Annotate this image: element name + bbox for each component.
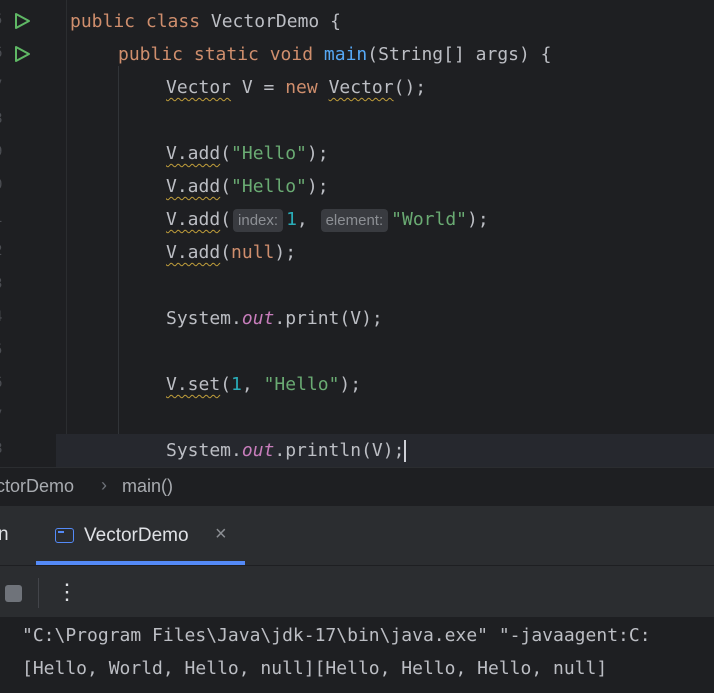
more-options-icon[interactable]: ⋮ [56, 579, 78, 605]
console-output[interactable]: "C:\Program Files\Java\jdk-17\bin\java.e… [0, 617, 714, 693]
console-line-output: [Hello, World, Hello, null][Hello, Hello… [22, 658, 608, 679]
indent-guide [118, 66, 119, 467]
code-line-set: V.set(1, "Hello"); [166, 374, 362, 395]
code-editor[interactable]: 5 6 7 8 9 0 1 2 3 4 5 6 7 8 public class… [0, 0, 714, 467]
stop-icon[interactable] [5, 585, 22, 602]
line-number: 2 [0, 243, 4, 259]
code-line-main: public static void main(String[] args) { [118, 44, 552, 65]
console-icon [55, 528, 74, 543]
line-number: 7 [0, 78, 4, 94]
line-number: 8 [0, 441, 4, 457]
tab-label: VectorDemo [84, 525, 189, 546]
line-number: 7 [0, 408, 4, 424]
line-number: 5 [0, 12, 4, 28]
line-number: 3 [0, 276, 4, 292]
gutter-separator [66, 0, 67, 467]
parameter-hint-index: index: [233, 208, 284, 232]
code-line-class: public class VectorDemo { [70, 11, 341, 32]
run-class-icon[interactable] [13, 12, 31, 30]
code-line-add-2: V.add("Hello"); [166, 176, 329, 197]
parameter-hint-element: element: [320, 208, 389, 232]
line-number: 9 [0, 144, 4, 160]
code-line-vector-decl: Vector V = new Vector(); [166, 77, 427, 98]
run-tab-title[interactable]: n [0, 524, 9, 546]
code-line-println: System.out.println(V); [166, 440, 407, 462]
console-toolbar: ⋮ [0, 565, 714, 618]
breadcrumb: ctorDemo › main() [0, 467, 714, 506]
line-number: 1 [0, 210, 4, 226]
run-main-icon[interactable] [13, 45, 31, 63]
line-number: 8 [0, 111, 4, 127]
code-line-add-4: V.add(null); [166, 242, 297, 263]
line-number: 6 [0, 375, 4, 391]
line-number: 5 [0, 342, 4, 358]
chevron-right-icon: › [101, 475, 107, 495]
line-number: 0 [0, 177, 4, 193]
run-tool-window-tabs: n VectorDemo × [0, 505, 714, 566]
toolbar-divider [38, 578, 39, 608]
close-icon[interactable]: × [215, 523, 227, 546]
code-line-add-3: V.add(index: 1, element: "World"); [166, 208, 489, 232]
console-line-command: "C:\Program Files\Java\jdk-17\bin\java.e… [22, 625, 651, 646]
breadcrumb-class[interactable]: ctorDemo [0, 476, 74, 497]
code-line-print: System.out.print(V); [166, 308, 383, 329]
text-caret [404, 440, 407, 462]
code-line-add-1: V.add("Hello"); [166, 143, 329, 164]
editor-gutter: 5 6 7 8 9 0 1 2 3 4 5 6 7 8 [0, 0, 56, 467]
line-number: 6 [0, 45, 4, 61]
line-number: 4 [0, 309, 4, 325]
breadcrumb-method[interactable]: main() [122, 476, 173, 497]
